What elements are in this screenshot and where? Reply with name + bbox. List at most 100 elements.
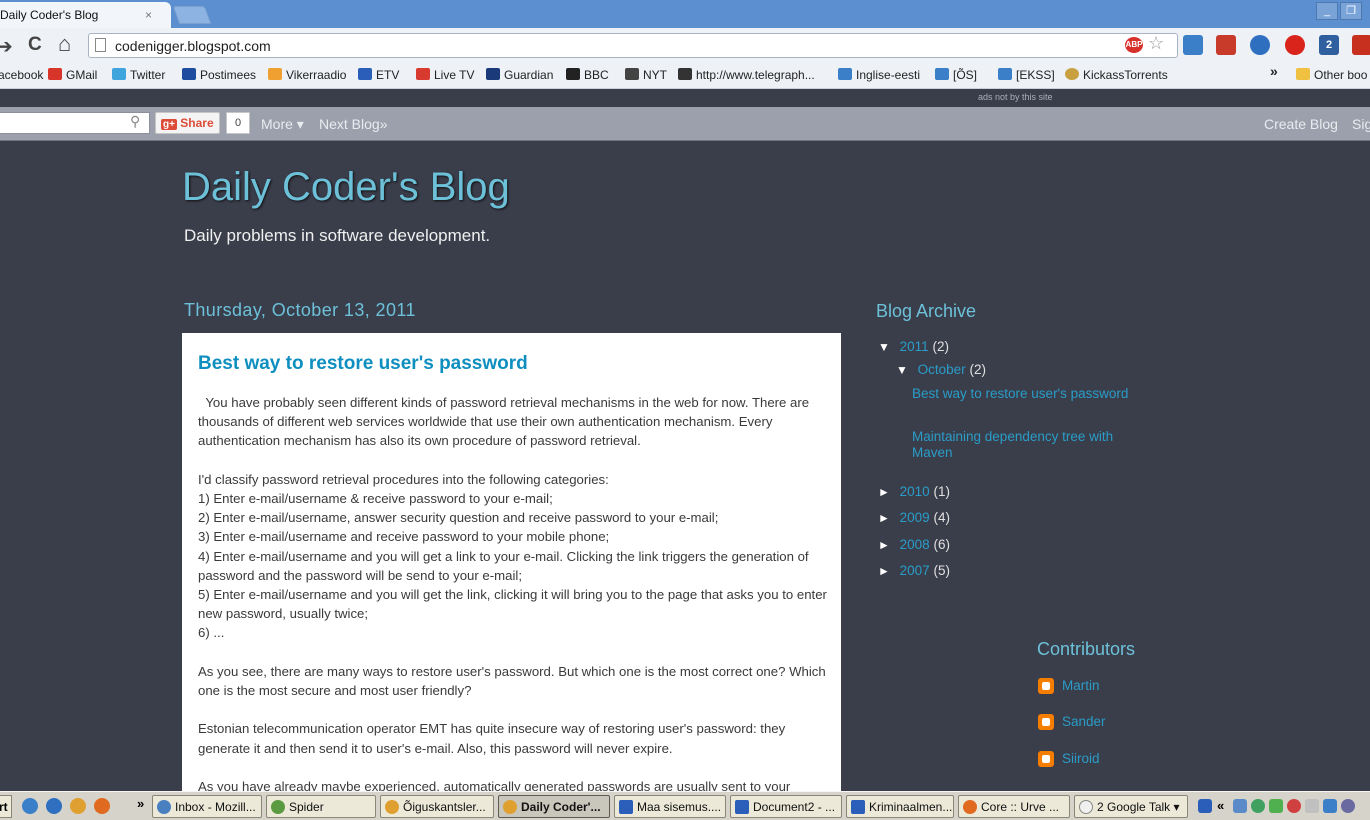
collapse-triangle-icon[interactable]: ▼ [896,363,908,377]
skype-icon[interactable]: 2 [1319,35,1339,55]
task-spider[interactable]: Spider [266,795,376,818]
extension-icon[interactable] [1183,35,1203,55]
bookmark-inglise-eesti[interactable]: Inglise-eesti [838,68,920,82]
archive-year-2008[interactable]: ► 2008 (6) [878,537,950,552]
expand-triangle-icon[interactable]: ► [878,538,890,552]
archive-label[interactable]: 2009 [900,510,930,525]
bookmark-vikerraadio[interactable]: Vikerraadio [268,68,346,82]
bookmark-twitter[interactable]: Twitter [112,68,165,82]
ie-icon[interactable] [46,798,62,814]
contributor-name[interactable]: Siiroid [1062,751,1100,766]
tray-icon[interactable] [1269,799,1283,813]
task-daily-coders-blog[interactable]: Daily Coder'... [498,795,610,818]
archive-year-2007[interactable]: ► 2007 (5) [878,563,950,578]
expand-triangle-icon[interactable]: ► [878,564,890,578]
bookmark-guardian[interactable]: Guardian [486,68,553,82]
extension-icon[interactable] [1352,35,1370,55]
bookmark-ekss[interactable]: [EKSS] [998,68,1055,82]
post-line: 2) Enter e-mail/username, answer securit… [198,510,719,526]
tray-icon[interactable] [1305,799,1319,813]
blog-title[interactable]: Daily Coder's Blog [182,165,510,210]
archive-label[interactable]: 2011 [900,339,929,354]
archive-year-2011[interactable]: ▼ 2011 (2) [878,339,949,354]
archive-label[interactable]: October [918,362,966,377]
tab-close-icon[interactable]: × [145,8,152,22]
quicklaunch-overflow-icon[interactable]: » [137,796,144,811]
archive-label[interactable]: 2008 [900,537,930,552]
bookmark-kickasstorrents[interactable]: KickassTorrents [1065,68,1168,82]
address-bar-url[interactable]: codenigger.blogspot.com [115,38,271,54]
contributor-item[interactable]: Martin [1038,678,1148,698]
reload-icon[interactable]: C [28,34,42,56]
create-blog-link[interactable]: Create Blog [1264,116,1338,132]
tab-daily-coders-blog[interactable]: Daily Coder's Blog × [0,2,171,28]
task-oiguskantsler[interactable]: Õiguskantsler... [380,795,494,818]
tray-icon[interactable] [1251,799,1265,813]
bookmarks-overflow-icon[interactable]: » [1270,63,1278,79]
expand-triangle-icon[interactable]: ► [878,485,890,499]
bookmark-bbc[interactable]: BBC [566,68,609,82]
contributor-name[interactable]: Martin [1062,678,1100,693]
minimize-button[interactable]: _ [1316,2,1338,20]
expand-triangle-icon[interactable]: ► [878,511,890,525]
archive-year-2009[interactable]: ► 2009 (4) [878,510,950,525]
bookmark-etv[interactable]: ETV [358,68,399,82]
collapse-triangle-icon[interactable]: ▼ [878,340,890,354]
task-core-urve[interactable]: Core :: Urve ... [958,795,1070,818]
start-button[interactable]: rt [0,795,12,818]
extension-icon[interactable] [1216,35,1236,55]
task-kriminaalmen[interactable]: Kriminaalmen... [846,795,954,818]
bookmark-live-tv[interactable]: Live TV [416,68,474,82]
archive-year-2010[interactable]: ► 2010 (1) [878,484,950,499]
contributor-name[interactable]: Sander [1062,714,1106,729]
blog-search-input[interactable] [0,112,150,134]
task-google-talk[interactable]: 2 Google Talk ▾ [1074,795,1188,818]
bookmark-gmail[interactable]: GMail [48,68,97,82]
bookmark-facebook[interactable]: acebook [0,68,43,82]
google-plus-share-button[interactable]: g+ Share [155,112,220,134]
address-bar[interactable]: codenigger.blogspot.com [88,33,1178,58]
globe-icon[interactable] [1250,35,1270,55]
ads-notice-bar: ads not by this site [0,89,1370,107]
archive-post-link[interactable]: Best way to restore user's password [912,386,1142,402]
tray-expand-icon[interactable]: « [1217,798,1224,813]
adblock-icon[interactable]: ABP [1125,37,1143,53]
forward-arrow-icon[interactable]: ➔ [0,34,13,59]
post-title[interactable]: Best way to restore user's password [198,353,528,375]
task-inbox[interactable]: Inbox - Mozill... [152,795,262,818]
bookmark-nyt[interactable]: NYT [625,68,667,82]
tray-icon[interactable] [1287,799,1301,813]
contributor-item[interactable]: Siiroid [1038,751,1148,771]
tray-icon[interactable] [1341,799,1355,813]
search-icon[interactable]: ⚲ [130,113,140,130]
sign-in-link[interactable]: Sig [1352,116,1370,132]
tray-app-icon[interactable] [1198,799,1212,813]
network-icon[interactable] [1233,799,1247,813]
archive-label[interactable]: 2010 [900,484,930,499]
chrome-icon [385,800,399,814]
archive-post-link[interactable]: Maintaining dependency tree with Maven [912,429,1142,461]
other-bookmarks[interactable]: Other boo [1296,68,1367,82]
bookmark-star-icon[interactable]: ☆ [1148,33,1164,54]
contributor-item[interactable]: Sander [1038,714,1148,734]
opera-icon[interactable] [1285,35,1305,55]
restore-button[interactable]: ❐ [1340,2,1362,20]
tray-icon[interactable] [1323,799,1337,813]
word-icon [619,800,633,814]
bookmark-os[interactable]: [ÕS] [935,68,977,82]
task-maa-sisemus[interactable]: Maa sisemus.... [614,795,726,818]
bookmark-telegraph[interactable]: http://www.telegraph... [678,68,815,82]
more-menu[interactable]: More ▾ [261,116,304,133]
firefox-icon[interactable] [94,798,110,814]
bookmark-postimees[interactable]: Postimees [182,68,256,82]
new-tab-button[interactable] [172,6,212,24]
post-line: You have probably seen different kinds o… [198,395,813,449]
post-line: 4) Enter e-mail/username and you will ge… [198,548,809,583]
archive-label[interactable]: 2007 [900,563,930,578]
quicklaunch-icon[interactable] [22,798,38,814]
chrome-icon[interactable] [70,798,86,814]
task-document2[interactable]: Document2 - ... [730,795,842,818]
next-blog-link[interactable]: Next Blog» [319,116,387,132]
archive-month-october[interactable]: ▼ October (2) [896,362,986,377]
home-icon[interactable]: ⌂ [58,31,71,57]
